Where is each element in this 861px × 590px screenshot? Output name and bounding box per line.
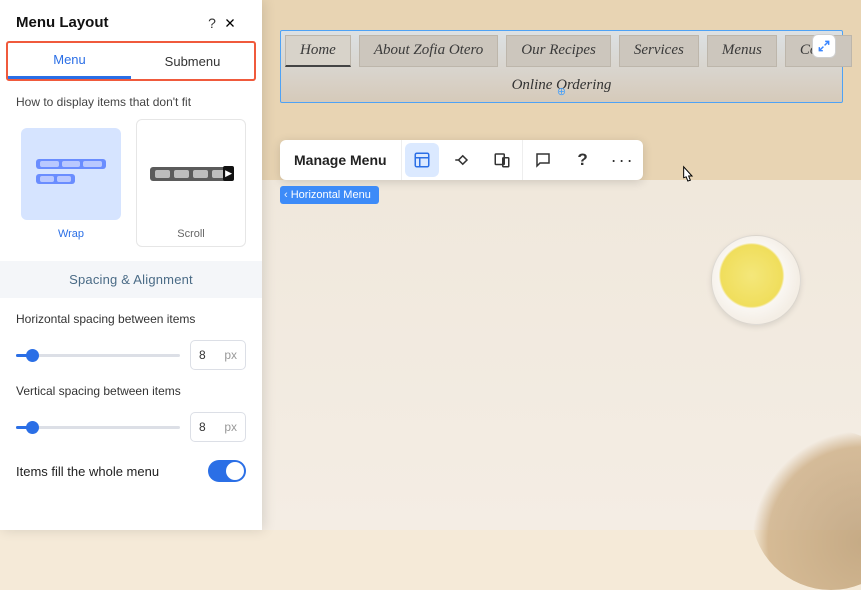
help-icon[interactable]: ? bbox=[563, 140, 603, 180]
vspacing-input[interactable]: 8px bbox=[190, 412, 246, 442]
vspacing-slider[interactable] bbox=[16, 419, 180, 435]
background-photo-glass bbox=[711, 235, 801, 325]
nav-item-about[interactable]: About Zofia Otero bbox=[359, 35, 498, 67]
hspacing-slider[interactable] bbox=[16, 347, 180, 363]
fill-menu-toggle[interactable] bbox=[208, 460, 246, 482]
expand-icon[interactable] bbox=[812, 34, 836, 58]
layout-icon[interactable] bbox=[405, 143, 439, 177]
scroll-glyph-icon bbox=[150, 167, 232, 181]
hspacing-label: Horizontal spacing between items bbox=[16, 312, 246, 326]
menu-layout-panel: Menu Layout ? Menu Submenu How to displa… bbox=[0, 0, 262, 530]
editor-canvas: Home About Zofia Otero Our Recipes Servi… bbox=[262, 0, 861, 530]
overflow-option-wrap[interactable]: Wrap bbox=[16, 119, 126, 247]
nav-item-home[interactable]: Home bbox=[285, 35, 351, 67]
panel-help-icon[interactable]: ? bbox=[200, 15, 224, 31]
add-row-indicator-icon: ⊕ bbox=[557, 85, 566, 98]
spacing-alignment-heading: Spacing & Alignment bbox=[0, 261, 262, 298]
tab-submenu[interactable]: Submenu bbox=[131, 43, 254, 79]
design-icon[interactable] bbox=[442, 140, 482, 180]
wrap-glyph-icon bbox=[36, 159, 106, 189]
vspacing-label: Vertical spacing between items bbox=[16, 384, 246, 398]
site-menu-component[interactable]: Home About Zofia Otero Our Recipes Servi… bbox=[280, 30, 843, 103]
more-icon[interactable]: ··· bbox=[603, 140, 643, 180]
close-icon[interactable] bbox=[224, 17, 248, 29]
tab-menu[interactable]: Menu bbox=[8, 43, 131, 79]
nav-item-menus[interactable]: Menus bbox=[707, 35, 777, 67]
overflow-option-scroll-label: Scroll bbox=[177, 228, 205, 240]
overflow-option-wrap-label: Wrap bbox=[58, 228, 84, 240]
element-toolbar: Manage Menu ? ··· bbox=[280, 140, 643, 180]
overflow-label: How to display items that don't fit bbox=[0, 81, 262, 119]
panel-title: Menu Layout bbox=[16, 14, 200, 31]
nav-item-recipes[interactable]: Our Recipes bbox=[506, 35, 611, 67]
cursor-pointer-icon bbox=[677, 164, 697, 188]
manage-menu-button[interactable]: Manage Menu bbox=[280, 152, 401, 168]
panel-tabs: Menu Submenu bbox=[6, 41, 256, 81]
breadcrumb-horizontal-menu[interactable]: Horizontal Menu bbox=[280, 186, 379, 204]
fill-menu-label: Items fill the whole menu bbox=[16, 464, 159, 479]
comment-icon[interactable] bbox=[523, 140, 563, 180]
overflow-option-scroll[interactable]: Scroll bbox=[136, 119, 246, 247]
nav-item-services[interactable]: Services bbox=[619, 35, 699, 67]
responsive-icon[interactable] bbox=[482, 140, 522, 180]
hspacing-input[interactable]: 8px bbox=[190, 340, 246, 370]
